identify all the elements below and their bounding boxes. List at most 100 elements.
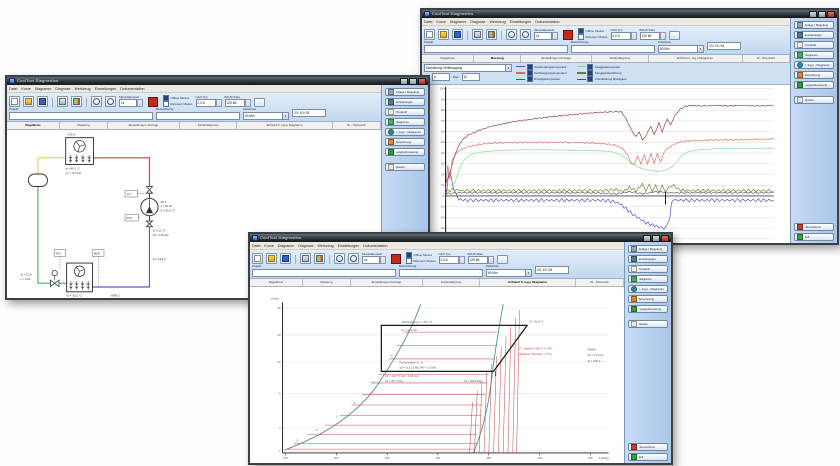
suction-valve[interactable]: [146, 220, 152, 226]
compressor[interactable]: [141, 198, 158, 215]
zoom-in-button[interactable]: [506, 29, 517, 40]
panel-button-calc[interactable]: Berechnung: [794, 71, 834, 79]
can-type-spinner[interactable]: [216, 99, 222, 107]
new-button[interactable]: [252, 253, 263, 264]
offline-mode-checkbox[interactable]: [406, 252, 412, 258]
menu-item[interactable]: Datei: [424, 20, 432, 24]
expansion-valve[interactable]: [50, 270, 59, 286]
can-type-spinner[interactable]: [459, 256, 465, 264]
dataset-spinner[interactable]: [137, 99, 143, 107]
apply-button[interactable]: Übernehmen: [628, 443, 668, 451]
print-button[interactable]: [300, 253, 311, 264]
menu-item[interactable]: Datei: [252, 244, 260, 248]
exit-button[interactable]: Exit: [628, 453, 668, 461]
description-field[interactable]: [156, 112, 240, 120]
panel-button-diagram[interactable]: Diagramm: [628, 275, 668, 283]
legend-checkbox[interactable]: [587, 70, 593, 76]
print-button[interactable]: [57, 96, 68, 107]
can-type-field[interactable]: 2.0 A: [439, 256, 459, 264]
display-select[interactable]: Darstellung Verflüssigung: [424, 64, 506, 72]
minimize-button[interactable]: [643, 235, 651, 242]
menu-item[interactable]: Werkzeug: [318, 244, 334, 248]
panel-button-protocol[interactable]: Protokoll: [385, 108, 425, 116]
dataset-field[interactable]: 1s: [119, 99, 137, 107]
menu-item[interactable]: Diagramm: [450, 20, 467, 24]
window-ph-diagram[interactable]: CoolTool Diagnostics DateiKurveDiagrammD…: [248, 232, 673, 465]
chart-button[interactable]: [486, 29, 497, 40]
zoom-out-button[interactable]: [520, 29, 531, 40]
legend-checkbox[interactable]: [587, 64, 593, 70]
minimize-button[interactable]: [400, 78, 408, 85]
tab-einstellungen-anzeige[interactable]: Einstellungen Anzeige: [351, 279, 423, 286]
panel-button-ph[interactable]: h, log p - Diagramm: [385, 128, 425, 136]
save-button[interactable]: [452, 29, 463, 40]
menu-item[interactable]: Diagnose: [55, 87, 70, 91]
project-field[interactable]: [424, 45, 568, 53]
panel-button-protocol[interactable]: Protokoll: [794, 41, 834, 49]
start-button[interactable]: Starten: [385, 163, 425, 171]
panel-button-settings[interactable]: Einstellungen: [628, 255, 668, 263]
project-field[interactable]: [252, 269, 396, 277]
zoom-out-button[interactable]: [348, 253, 359, 264]
baud-rate-field[interactable]: 125 kB: [225, 99, 245, 107]
evaporator[interactable]: [67, 263, 93, 292]
legend-checkbox[interactable]: [527, 70, 533, 76]
panel-button-protocol[interactable]: Protokoll: [628, 265, 668, 273]
tab-echtzeit-h-log-p-diagramm[interactable]: Echtzeit h, log p Diagramm: [480, 279, 575, 286]
save-button[interactable]: [37, 96, 48, 107]
chevron-down-icon[interactable]: ▾: [526, 269, 532, 277]
can-type-field[interactable]: 2.0 A: [611, 32, 631, 40]
menu-item[interactable]: Werkzeug: [75, 87, 91, 91]
baud-rate-spinner[interactable]: [245, 99, 251, 107]
baud-rate-spinner[interactable]: [660, 32, 666, 40]
menu-item[interactable]: Einstellungen: [338, 244, 360, 248]
maximize-button[interactable]: [409, 78, 417, 85]
menu-item[interactable]: Einstellungen: [510, 20, 532, 24]
panel-button-calc[interactable]: Berechnung: [628, 295, 668, 303]
more-button[interactable]: …: [497, 255, 508, 264]
start-button[interactable]: Starten: [794, 96, 834, 104]
menu-item[interactable]: Diagramm: [35, 87, 52, 91]
print-button[interactable]: [472, 29, 483, 40]
offline-mode-checkbox[interactable]: [578, 28, 584, 34]
condenser[interactable]: [66, 137, 94, 164]
panel-button-settings[interactable]: Einstellungen: [385, 98, 425, 106]
menu-item[interactable]: Dokumentation: [535, 20, 559, 24]
offline-mode-checkbox[interactable]: [163, 95, 169, 101]
panel-button-longterm[interactable]: Langzeitmessung: [385, 148, 425, 156]
new-button[interactable]: [424, 29, 435, 40]
legend-checkbox[interactable]: [527, 64, 533, 70]
tab-echtzeit-h-log-p-diagramm[interactable]: Echtzeit h, log p Diagramm: [237, 122, 332, 129]
tab-echtzeit-h-log-p-diagramm[interactable]: Echtzeit h, log p Diagramm: [649, 55, 743, 62]
min-field[interactable]: 0: [432, 73, 450, 81]
tab-regelkreis[interactable]: Regelkreis: [422, 55, 474, 62]
exit-button[interactable]: Exit: [794, 233, 834, 241]
menu-item[interactable]: Einstellungen: [95, 87, 117, 91]
chart-button[interactable]: [314, 253, 325, 264]
discharge-valve[interactable]: [146, 186, 152, 193]
chevron-down-icon[interactable]: ▾: [283, 112, 289, 120]
tab-einstellungen-anzeige[interactable]: Einstellungen Anzeige: [521, 55, 592, 62]
tab-fehlerdiagnose[interactable]: Fehlerdiagnose: [180, 122, 238, 129]
panel-button-diagram[interactable]: Diagramm: [794, 51, 834, 59]
baud-rate-field[interactable]: 125 kB: [468, 256, 488, 264]
menu-item[interactable]: Datei: [9, 87, 17, 91]
maximize-button[interactable]: [818, 11, 826, 18]
menu-item[interactable]: Diagnose: [470, 20, 485, 24]
tab-messung[interactable]: Messung: [474, 55, 521, 62]
start-button[interactable]: Starten: [628, 320, 668, 328]
can-type-spinner[interactable]: [631, 32, 637, 40]
panel-button-plant[interactable]: Anlage / Regelung: [385, 88, 425, 96]
window-trend[interactable]: CoolTool Diagnostics DateiKurveDiagrammD…: [420, 8, 839, 245]
tab-fehlerdiagnose[interactable]: Fehlerdiagnose: [592, 55, 649, 62]
dataset-spinner[interactable]: [380, 256, 386, 264]
legend-checkbox[interactable]: [587, 76, 593, 82]
panel-button-calc[interactable]: Berechnung: [385, 138, 425, 146]
legend-checkbox[interactable]: [527, 76, 533, 82]
zoom-in-button[interactable]: [334, 253, 345, 264]
titlebar[interactable]: CoolTool Diagnostics: [422, 10, 837, 18]
panel-button-settings[interactable]: Einstellungen: [794, 31, 834, 39]
panel-button-longterm[interactable]: Langzeitmessung: [794, 81, 834, 89]
menu-item[interactable]: Kurve: [436, 20, 445, 24]
menu-item[interactable]: Diagramm: [278, 244, 295, 248]
